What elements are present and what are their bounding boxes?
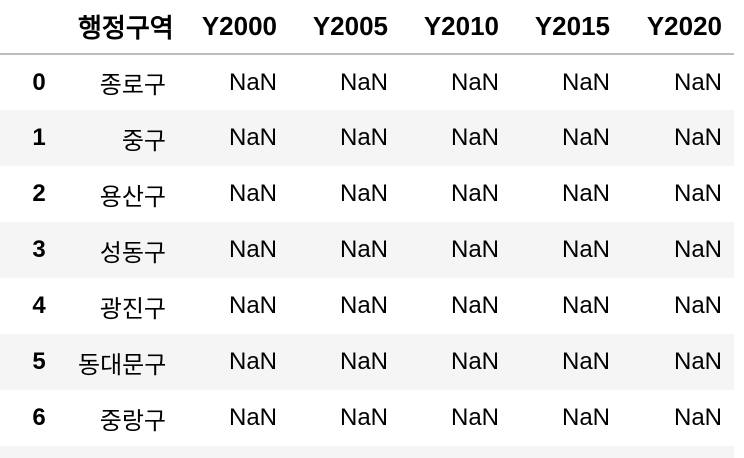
cell-y2000: NaN <box>228 292 277 319</box>
cell-y2000: NaN <box>228 348 277 375</box>
row-index: 2 <box>32 180 46 207</box>
cell-y2020: NaN <box>673 404 722 431</box>
cell-y2010: NaN <box>450 180 499 207</box>
cell-y2005: NaN <box>339 180 388 207</box>
row-index: 4 <box>32 292 46 319</box>
cell-y2000: NaN <box>228 68 277 96</box>
cell-y2005: NaN <box>339 68 388 96</box>
cell-y2005: NaN <box>339 348 388 375</box>
row-index: 5 <box>32 348 46 375</box>
cell-y2020: NaN <box>673 348 722 375</box>
cell-y2000: NaN <box>228 404 277 431</box>
cell-y2020: NaN <box>673 124 722 151</box>
cell-y2010: NaN <box>450 404 499 431</box>
table-row: 4 광진구 NaN NaN NaN NaN NaN <box>0 278 734 334</box>
column-header-y2000: Y2000 <box>178 0 289 55</box>
column-header-y2005: Y2005 <box>289 0 400 55</box>
column-header-y2015: Y2015 <box>511 0 622 55</box>
cell-y2015: NaN <box>561 68 610 96</box>
cell-y2010: NaN <box>450 68 499 96</box>
cell-y2015: NaN <box>561 236 610 263</box>
cell-district: 용산구 <box>99 183 166 211</box>
cell-y2015: NaN <box>561 180 610 207</box>
table-row: 3 성동구 NaN NaN NaN NaN NaN <box>0 222 734 278</box>
cell-y2010: NaN <box>450 124 499 151</box>
column-header-district: 행정구역 <box>78 0 178 55</box>
row-index: 3 <box>32 236 46 263</box>
cell-y2000: NaN <box>228 180 277 207</box>
row-index: 6 <box>32 404 46 431</box>
cell-district: 동대문구 <box>78 351 167 379</box>
cell-district: 중구 <box>121 127 166 155</box>
table-row: 6 중랑구 NaN NaN NaN NaN NaN <box>0 390 734 446</box>
cell-y2005: NaN <box>339 404 388 431</box>
cell-y2015: NaN <box>561 124 610 151</box>
cell-y2005: NaN <box>339 124 388 151</box>
cell-district: 광진구 <box>99 295 166 323</box>
cell-y2010: NaN <box>450 348 499 375</box>
cell-y2000: NaN <box>228 236 277 263</box>
table-row: 5 동대문구 NaN NaN NaN NaN NaN <box>0 334 734 390</box>
column-header-y2010: Y2010 <box>400 0 511 55</box>
table-row: 1 중구 NaN NaN NaN NaN NaN <box>0 110 734 166</box>
cell-y2015: NaN <box>561 404 610 431</box>
cell-y2020: NaN <box>673 236 722 263</box>
dataframe-table: 행정구역 Y2000 Y2005 Y2010 Y2015 Y2020 0 종로구… <box>0 0 734 446</box>
index-header <box>0 0 78 55</box>
row-index: 0 <box>32 68 46 96</box>
partial-next-row <box>0 446 734 458</box>
column-header-y2020: Y2020 <box>622 0 734 55</box>
cell-y2010: NaN <box>450 292 499 319</box>
cell-district: 종로구 <box>99 72 166 99</box>
cell-y2015: NaN <box>561 348 610 375</box>
cell-district: 중랑구 <box>99 407 166 435</box>
cell-y2020: NaN <box>673 180 722 207</box>
header-row: 행정구역 Y2000 Y2005 Y2010 Y2015 Y2020 <box>0 0 734 55</box>
cell-y2010: NaN <box>450 236 499 263</box>
table-row: 0 종로구 NaN NaN NaN NaN NaN <box>0 54 734 110</box>
dataframe-output: 행정구역 Y2000 Y2005 Y2010 Y2015 Y2020 0 종로구… <box>0 0 744 458</box>
cell-district: 성동구 <box>99 239 166 267</box>
cell-y2000: NaN <box>228 124 277 151</box>
row-index: 1 <box>32 124 46 151</box>
cell-y2020: NaN <box>673 68 722 96</box>
cell-y2015: NaN <box>561 292 610 319</box>
cell-y2005: NaN <box>339 292 388 319</box>
cell-y2005: NaN <box>339 236 388 263</box>
cell-y2020: NaN <box>673 292 722 319</box>
table-row: 2 용산구 NaN NaN NaN NaN NaN <box>0 166 734 222</box>
